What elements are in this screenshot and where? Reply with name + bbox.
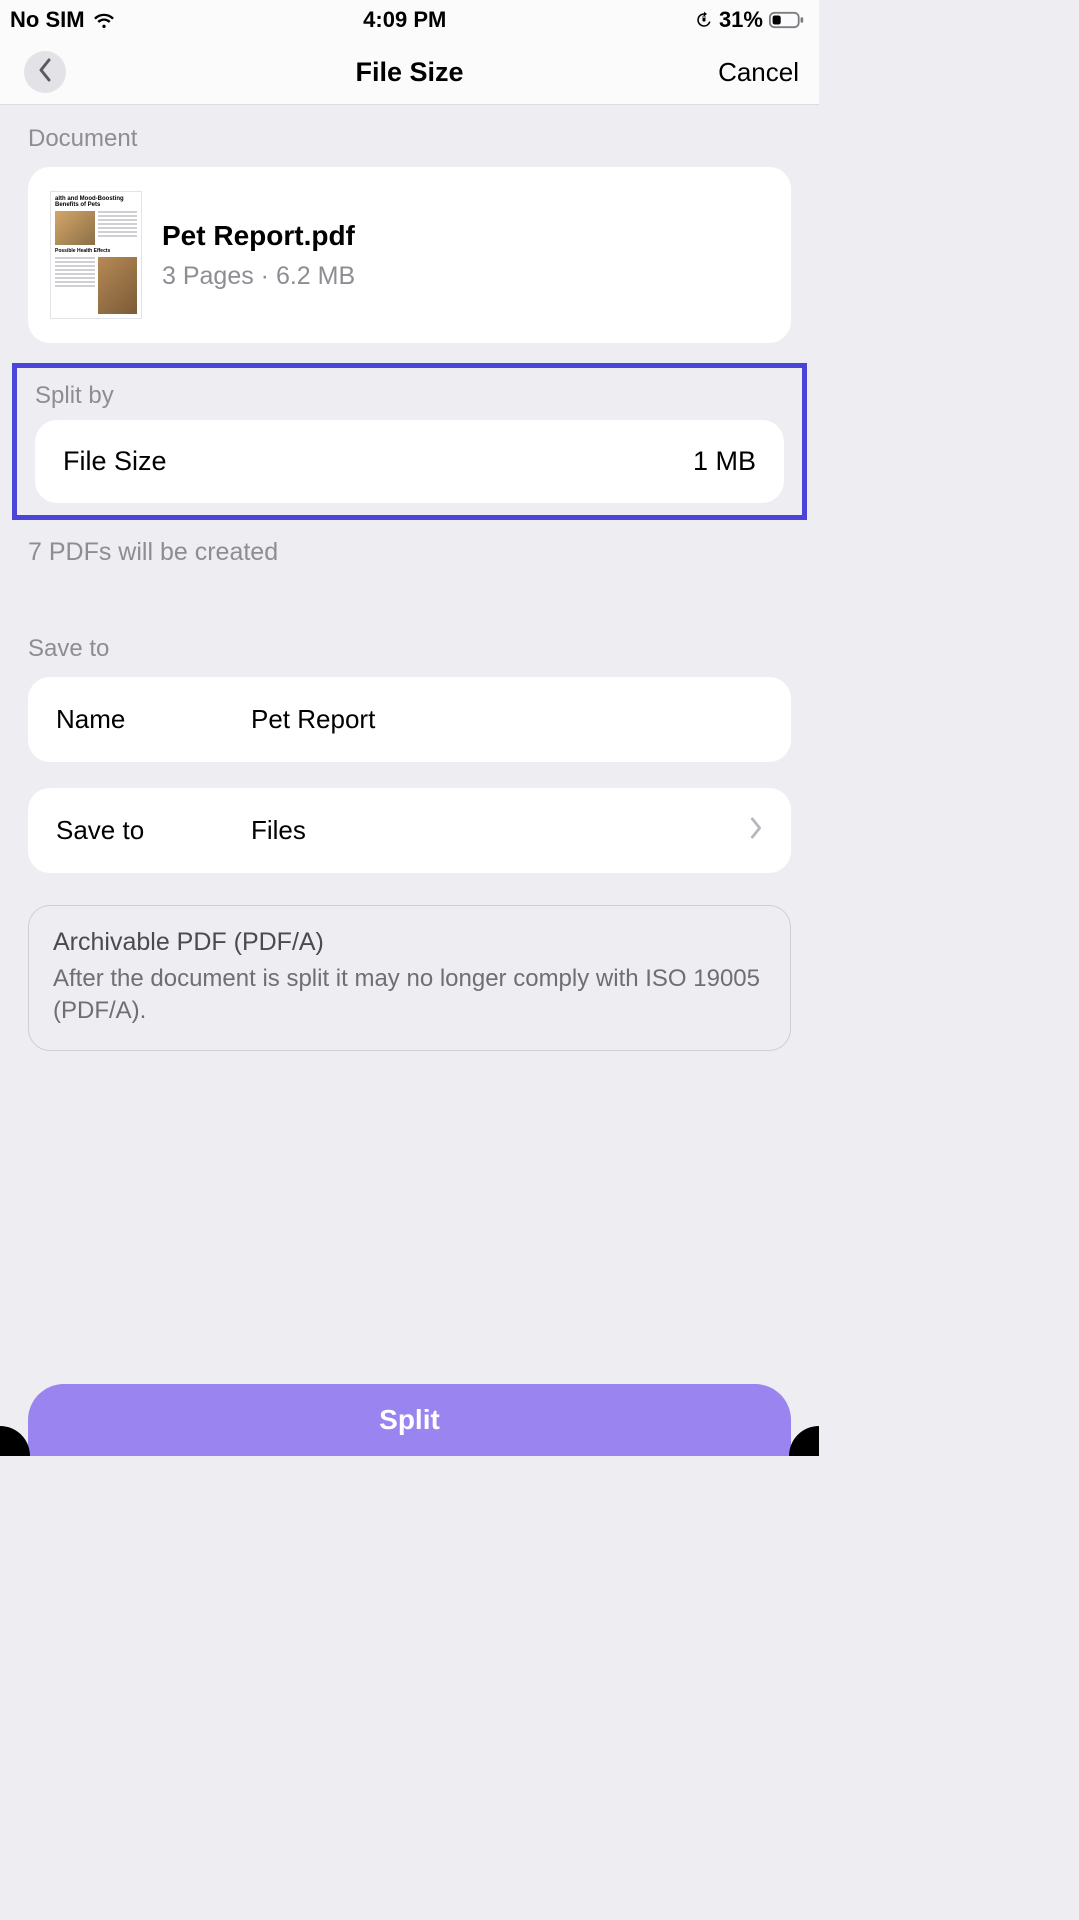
save-name-row[interactable]: Name Pet Report bbox=[28, 677, 791, 762]
document-subtitle: 3 Pages · 6.2 MB bbox=[162, 262, 355, 291]
battery-percent: 31% bbox=[719, 7, 763, 33]
orientation-lock-icon bbox=[695, 11, 713, 29]
nav-bar: File Size Cancel bbox=[0, 40, 819, 105]
section-label-saveto: Save to bbox=[0, 615, 819, 677]
thumb-headline: alth and Mood-Boosting Benefits of Pets bbox=[55, 196, 137, 208]
save-dest-row[interactable]: Save to Files bbox=[28, 788, 791, 873]
section-label-document: Document bbox=[0, 105, 819, 167]
document-thumbnail: alth and Mood-Boosting Benefits of Pets … bbox=[50, 191, 142, 319]
save-dest-value: Files bbox=[251, 815, 749, 846]
thumb-section: Possible Health Effects bbox=[55, 248, 137, 254]
cancel-button[interactable]: Cancel bbox=[718, 57, 799, 88]
split-by-value: 1 MB bbox=[693, 446, 756, 477]
clock: 4:09 PM bbox=[363, 7, 446, 33]
split-by-highlight: Split by File Size 1 MB bbox=[12, 363, 807, 520]
pdfa-notice-title: Archivable PDF (PDF/A) bbox=[53, 928, 766, 957]
save-name-card: Name Pet Report bbox=[28, 677, 791, 762]
split-by-key: File Size bbox=[63, 446, 167, 477]
chevron-left-icon bbox=[37, 58, 53, 87]
split-result-hint: 7 PDFs will be created bbox=[0, 526, 819, 567]
battery-icon bbox=[769, 11, 805, 29]
save-dest-key: Save to bbox=[56, 815, 251, 846]
save-dest-card: Save to Files bbox=[28, 788, 791, 873]
status-left: No SIM bbox=[10, 7, 115, 33]
status-bar: No SIM 4:09 PM 31% bbox=[0, 0, 819, 40]
device-corner bbox=[0, 1426, 30, 1456]
back-button[interactable] bbox=[24, 51, 66, 93]
save-name-key: Name bbox=[56, 704, 251, 735]
save-name-value[interactable]: Pet Report bbox=[251, 704, 763, 735]
pdfa-notice-body: After the document is split it may no lo… bbox=[53, 963, 766, 1028]
document-name: Pet Report.pdf bbox=[162, 220, 355, 252]
pdfa-notice: Archivable PDF (PDF/A) After the documen… bbox=[28, 905, 791, 1051]
chevron-right-icon bbox=[749, 815, 763, 846]
section-label-splitby: Split by bbox=[17, 368, 802, 420]
split-by-row[interactable]: File Size 1 MB bbox=[35, 420, 784, 503]
status-right: 31% bbox=[695, 7, 805, 33]
page-title: File Size bbox=[355, 57, 463, 88]
split-button[interactable]: Split bbox=[28, 1384, 791, 1456]
wifi-icon bbox=[93, 11, 115, 29]
document-card[interactable]: alth and Mood-Boosting Benefits of Pets … bbox=[28, 167, 791, 343]
split-by-card: File Size 1 MB bbox=[35, 420, 784, 503]
device-corner bbox=[789, 1426, 819, 1456]
sim-status: No SIM bbox=[10, 7, 85, 33]
document-meta: Pet Report.pdf 3 Pages · 6.2 MB bbox=[162, 220, 355, 291]
